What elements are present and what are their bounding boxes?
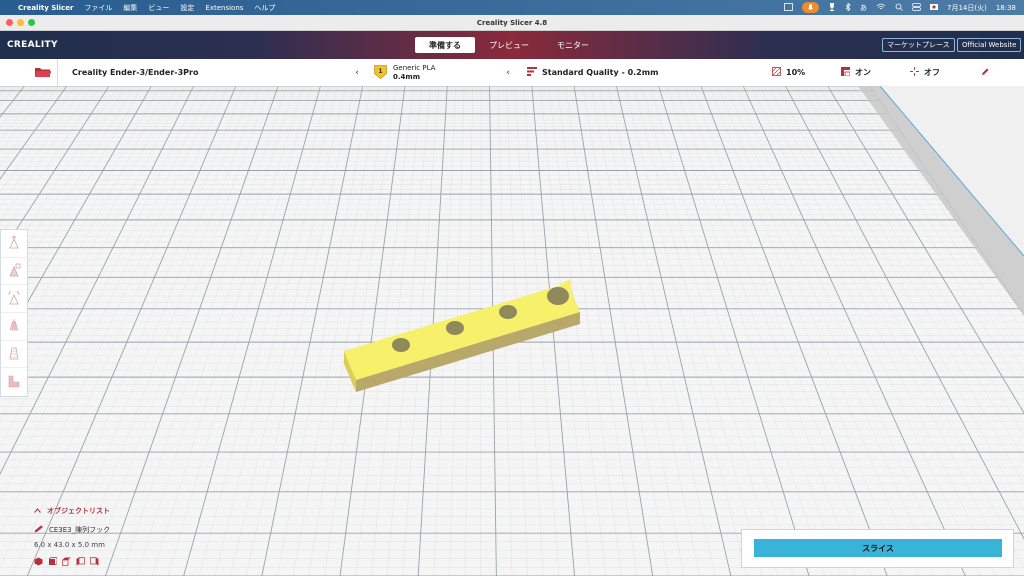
tab-monitor[interactable]: モニター <box>543 37 603 53</box>
rotate-tool-button[interactable] <box>1 285 27 314</box>
creality-logo: CREALITY <box>7 40 58 50</box>
bluetooth-icon[interactable] <box>845 1 851 13</box>
view-top-icon[interactable] <box>62 557 71 568</box>
material-name: Generic PLA <box>393 63 436 72</box>
adhesion-icon <box>910 67 919 78</box>
menu-extensions[interactable]: Extensions <box>205 4 243 12</box>
microphone-icon[interactable] <box>801 2 819 13</box>
transform-tools <box>0 229 28 397</box>
chevron-up-icon <box>34 507 41 515</box>
build-plate-viewport[interactable] <box>0 86 1024 576</box>
model-hole <box>446 321 464 335</box>
folder-icon <box>34 66 51 80</box>
view-left-icon[interactable] <box>76 557 85 568</box>
per-model-settings-button[interactable] <box>1 341 27 369</box>
menu-view[interactable]: ビュー <box>148 3 169 13</box>
app-header: CREALITY 準備する プレビュー モニター マーケットプレース Offic… <box>0 31 1024 59</box>
move-icon <box>7 235 21 251</box>
menu-edit[interactable]: 編集 <box>123 3 137 13</box>
mac-menubar: Creality Slicer ファイル 編集 ビュー 設定 Extension… <box>0 0 1024 15</box>
support-value: オン <box>855 68 871 77</box>
window-titlebar: Creality Slicer 4.8 <box>0 15 1024 31</box>
object-list-title: オブジェクトリスト <box>47 507 110 515</box>
scale-icon <box>7 263 21 279</box>
stage-tabs: 準備する プレビュー モニター <box>415 37 603 53</box>
nozzle-size: 0.4mm <box>393 72 420 81</box>
menu-file[interactable]: ファイル <box>84 3 112 13</box>
input-method-indicator[interactable]: あ <box>860 3 867 13</box>
clock-time[interactable]: 18:38 <box>996 4 1016 12</box>
infill-value: 10% <box>786 68 806 77</box>
menu-app-name[interactable]: Creality Slicer <box>18 4 73 12</box>
minimize-window-button[interactable] <box>17 19 24 26</box>
flag-icon[interactable] <box>929 3 938 13</box>
marketplace-button[interactable]: マーケットプレース <box>882 38 955 52</box>
model-hole <box>392 338 410 352</box>
close-window-button[interactable] <box>6 19 13 26</box>
material-selector[interactable]: 1 Generic PLA 0.4mm ‹ <box>368 59 518 86</box>
mirror-icon <box>7 318 21 334</box>
spotlight-search-icon[interactable] <box>895 3 903 13</box>
rotate-icon <box>7 289 21 307</box>
quality-profile: Standard Quality - 0.2mm <box>542 68 659 77</box>
build-plate-grid[interactable] <box>0 86 1024 576</box>
view-front-icon[interactable] <box>48 557 58 568</box>
support-blocker-button[interactable] <box>1 368 27 396</box>
object-name: CE3E3_陳列フック <box>49 526 111 534</box>
wifi-icon[interactable] <box>876 3 886 13</box>
model-hole <box>547 287 569 305</box>
printer-name: Creality Ender-3/Ender-3Pro <box>72 68 199 77</box>
scale-tool-button[interactable] <box>1 258 27 286</box>
trophy-icon[interactable] <box>828 2 836 13</box>
tab-prepare[interactable]: 準備する <box>415 37 475 53</box>
quality-icon <box>527 67 537 78</box>
object-dimensions: 6.0 x 43.0 x 5.0 mm <box>34 541 105 549</box>
chevron-left-icon: ‹ <box>506 67 510 78</box>
per-model-settings-icon <box>7 346 21 362</box>
slice-button[interactable]: スライス <box>754 539 1002 557</box>
infill-icon <box>772 67 781 78</box>
window-title: Creality Slicer 4.8 <box>476 18 548 27</box>
chevron-left-icon: ‹ <box>355 67 359 78</box>
official-website-button[interactable]: Official Website <box>957 38 1022 52</box>
open-file-button[interactable] <box>28 59 58 86</box>
adhesion-value: オフ <box>924 68 940 77</box>
tab-preview[interactable]: プレビュー <box>475 37 543 53</box>
view-3d-icon[interactable] <box>34 557 43 568</box>
menu-help[interactable]: ヘルプ <box>254 3 275 13</box>
printer-selector[interactable]: Creality Ender-3/Ender-3Pro ‹ <box>63 59 367 86</box>
pencil-icon <box>34 525 44 535</box>
support-blocker-icon <box>7 374 21 390</box>
view-right-icon[interactable] <box>90 557 99 568</box>
clock-date[interactable]: 7月14日(火) <box>947 3 987 13</box>
support-icon <box>841 67 851 78</box>
svg-text:1: 1 <box>378 68 382 75</box>
edit-settings-icon[interactable] <box>981 68 989 78</box>
screen-record-icon[interactable] <box>784 2 793 13</box>
menu-settings[interactable]: 設定 <box>180 3 194 13</box>
model-hole <box>499 305 517 319</box>
object-list-item[interactable]: CE3E3_陳列フック <box>34 525 110 535</box>
mirror-tool-button[interactable] <box>1 313 27 341</box>
slice-panel: スライス <box>741 529 1014 568</box>
object-list-toggle[interactable]: オブジェクトリスト <box>34 506 110 516</box>
zoom-window-button[interactable] <box>28 19 35 26</box>
control-center-icon[interactable] <box>912 2 921 13</box>
object-list-panel: オブジェクトリスト CE3E3_陳列フック 6.0 x 43.0 x 5.0 m… <box>34 506 110 568</box>
print-settings-selector[interactable]: Standard Quality - 0.2mm 10% オン オフ <box>520 59 996 86</box>
extruder-icon: 1 <box>374 64 387 81</box>
move-tool-button[interactable] <box>1 230 27 258</box>
